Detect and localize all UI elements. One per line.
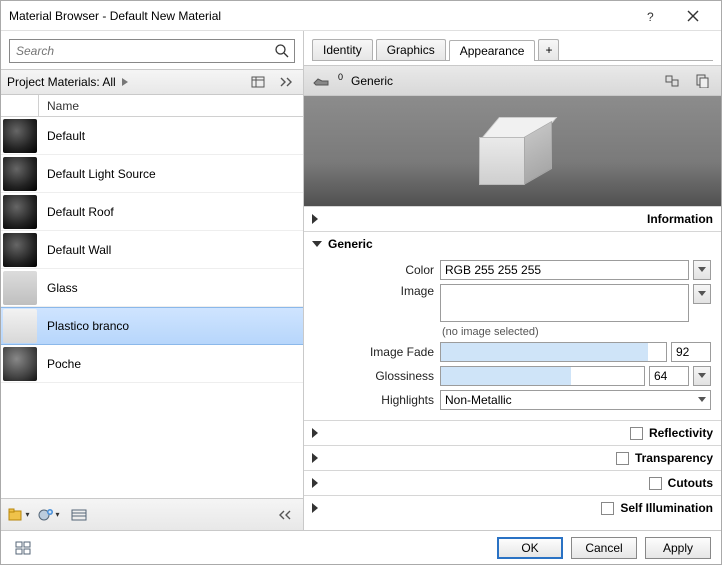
- material-name: Plastico branco: [39, 319, 303, 333]
- color-dropdown-button[interactable]: [693, 260, 711, 280]
- material-row[interactable]: Default: [1, 117, 303, 155]
- material-row[interactable]: Default Light Source: [1, 155, 303, 193]
- glossiness-dropdown-button[interactable]: [693, 366, 711, 386]
- expand-panel-button[interactable]: [275, 72, 297, 92]
- asset-browser-button[interactable]: [11, 537, 35, 559]
- titlebar: Material Browser - Default New Material …: [1, 1, 721, 31]
- material-name: Poche: [39, 357, 303, 371]
- material-row[interactable]: Poche: [1, 345, 303, 383]
- image-field[interactable]: [440, 284, 689, 322]
- expand-icon: [312, 453, 610, 463]
- tab-appearance[interactable]: Appearance: [449, 40, 536, 61]
- search-box[interactable]: [9, 39, 295, 63]
- material-name: Default Light Source: [39, 167, 303, 181]
- list-header: Name: [1, 95, 303, 117]
- glossiness-slider[interactable]: [440, 366, 645, 386]
- material-thumbnail: [3, 157, 37, 191]
- ok-button[interactable]: OK: [497, 537, 563, 559]
- material-thumbnail: [3, 347, 37, 381]
- apply-button[interactable]: Apply: [645, 537, 711, 559]
- section-self-illumination[interactable]: Self Illumination: [304, 496, 721, 520]
- material-thumbnail: [3, 195, 37, 229]
- reflectivity-checkbox[interactable]: [630, 427, 643, 440]
- chevron-right-icon: [120, 77, 130, 87]
- expand-icon: [312, 503, 595, 513]
- left-footer-toolbar: ▾ ▾: [1, 498, 303, 530]
- material-thumbnail: [3, 271, 37, 305]
- collapse-icon: [312, 241, 322, 247]
- glossiness-value[interactable]: 64: [649, 366, 689, 386]
- image-dropdown-button[interactable]: [693, 284, 711, 304]
- collapse-panel-button[interactable]: [273, 504, 297, 526]
- name-column-header[interactable]: Name: [39, 99, 303, 113]
- highlights-label: Highlights: [314, 393, 434, 407]
- section-cutouts[interactable]: Cutouts: [304, 471, 721, 495]
- material-row[interactable]: Plastico branco: [1, 307, 303, 345]
- section-transparency[interactable]: Transparency: [304, 446, 721, 470]
- properties-panel[interactable]: Information Generic Color RGB 255 255 25…: [304, 206, 721, 530]
- tab-graphics[interactable]: Graphics: [376, 39, 446, 60]
- window-title: Material Browser - Default New Material: [9, 9, 633, 23]
- left-panel: Project Materials: All Name DefaultDefau…: [1, 31, 304, 530]
- image-fade-value[interactable]: 92: [671, 342, 711, 362]
- help-button[interactable]: ?: [633, 2, 673, 30]
- no-image-label: (no image selected): [442, 326, 711, 338]
- material-thumbnail: [3, 233, 37, 267]
- chevron-down-icon: [698, 397, 706, 402]
- material-name: Default Wall: [39, 243, 303, 257]
- search-icon: [274, 43, 290, 59]
- material-row[interactable]: Default Roof: [1, 193, 303, 231]
- expand-icon: [312, 214, 641, 224]
- preview-cube: [479, 117, 547, 185]
- project-materials-bar: Project Materials: All: [1, 69, 303, 95]
- create-material-button[interactable]: ▾: [37, 504, 61, 526]
- hand-icon: [312, 74, 330, 88]
- tab-identity[interactable]: Identity: [312, 39, 373, 60]
- highlights-select[interactable]: Non-Metallic: [440, 390, 711, 410]
- image-fade-slider[interactable]: [440, 342, 667, 362]
- material-name: Default: [39, 129, 303, 143]
- glossiness-label: Glossiness: [314, 369, 434, 383]
- open-library-button[interactable]: ▾: [7, 504, 31, 526]
- right-panel: IdentityGraphicsAppearance+ 0 Generic: [304, 31, 721, 530]
- dialog-footer: OK Cancel Apply: [1, 530, 721, 564]
- material-name: Glass: [39, 281, 303, 295]
- material-row[interactable]: Glass: [1, 269, 303, 307]
- replace-asset-button[interactable]: [661, 71, 683, 91]
- cancel-button[interactable]: Cancel: [571, 537, 637, 559]
- add-tab-button[interactable]: +: [538, 39, 559, 60]
- self-illumination-checkbox[interactable]: [601, 502, 614, 515]
- asset-type-bar: 0 Generic: [304, 66, 721, 96]
- section-information[interactable]: Information: [304, 207, 721, 231]
- color-label: Color: [314, 263, 434, 277]
- view-type-button[interactable]: [247, 72, 269, 92]
- transparency-checkbox[interactable]: [616, 452, 629, 465]
- expand-icon: [312, 428, 624, 438]
- duplicate-asset-button[interactable]: [691, 71, 713, 91]
- section-generic[interactable]: Generic: [304, 232, 721, 256]
- material-browser-window: Material Browser - Default New Material …: [0, 0, 722, 565]
- tab-row: IdentityGraphicsAppearance+: [312, 39, 713, 60]
- material-thumbnail: [3, 119, 37, 153]
- color-field[interactable]: RGB 255 255 255: [440, 260, 689, 280]
- material-preview: [304, 96, 721, 206]
- expand-icon: [312, 478, 643, 488]
- cutouts-checkbox[interactable]: [649, 477, 662, 490]
- close-button[interactable]: [673, 2, 713, 30]
- image-fade-label: Image Fade: [314, 345, 434, 359]
- image-label: Image: [314, 284, 434, 298]
- svg-text:?: ?: [647, 10, 654, 23]
- material-thumbnail: [3, 309, 37, 343]
- material-row[interactable]: Default Wall: [1, 231, 303, 269]
- search-input[interactable]: [10, 40, 294, 62]
- section-reflectivity[interactable]: Reflectivity: [304, 421, 721, 445]
- material-name: Default Roof: [39, 205, 303, 219]
- list-view-button[interactable]: [67, 504, 91, 526]
- asset-type-label: Generic: [351, 74, 653, 88]
- asset-count-badge: 0: [338, 76, 343, 86]
- project-materials-filter[interactable]: Project Materials: All: [7, 75, 241, 89]
- material-list[interactable]: Default Default Light Source Default Roof D…: [1, 117, 303, 498]
